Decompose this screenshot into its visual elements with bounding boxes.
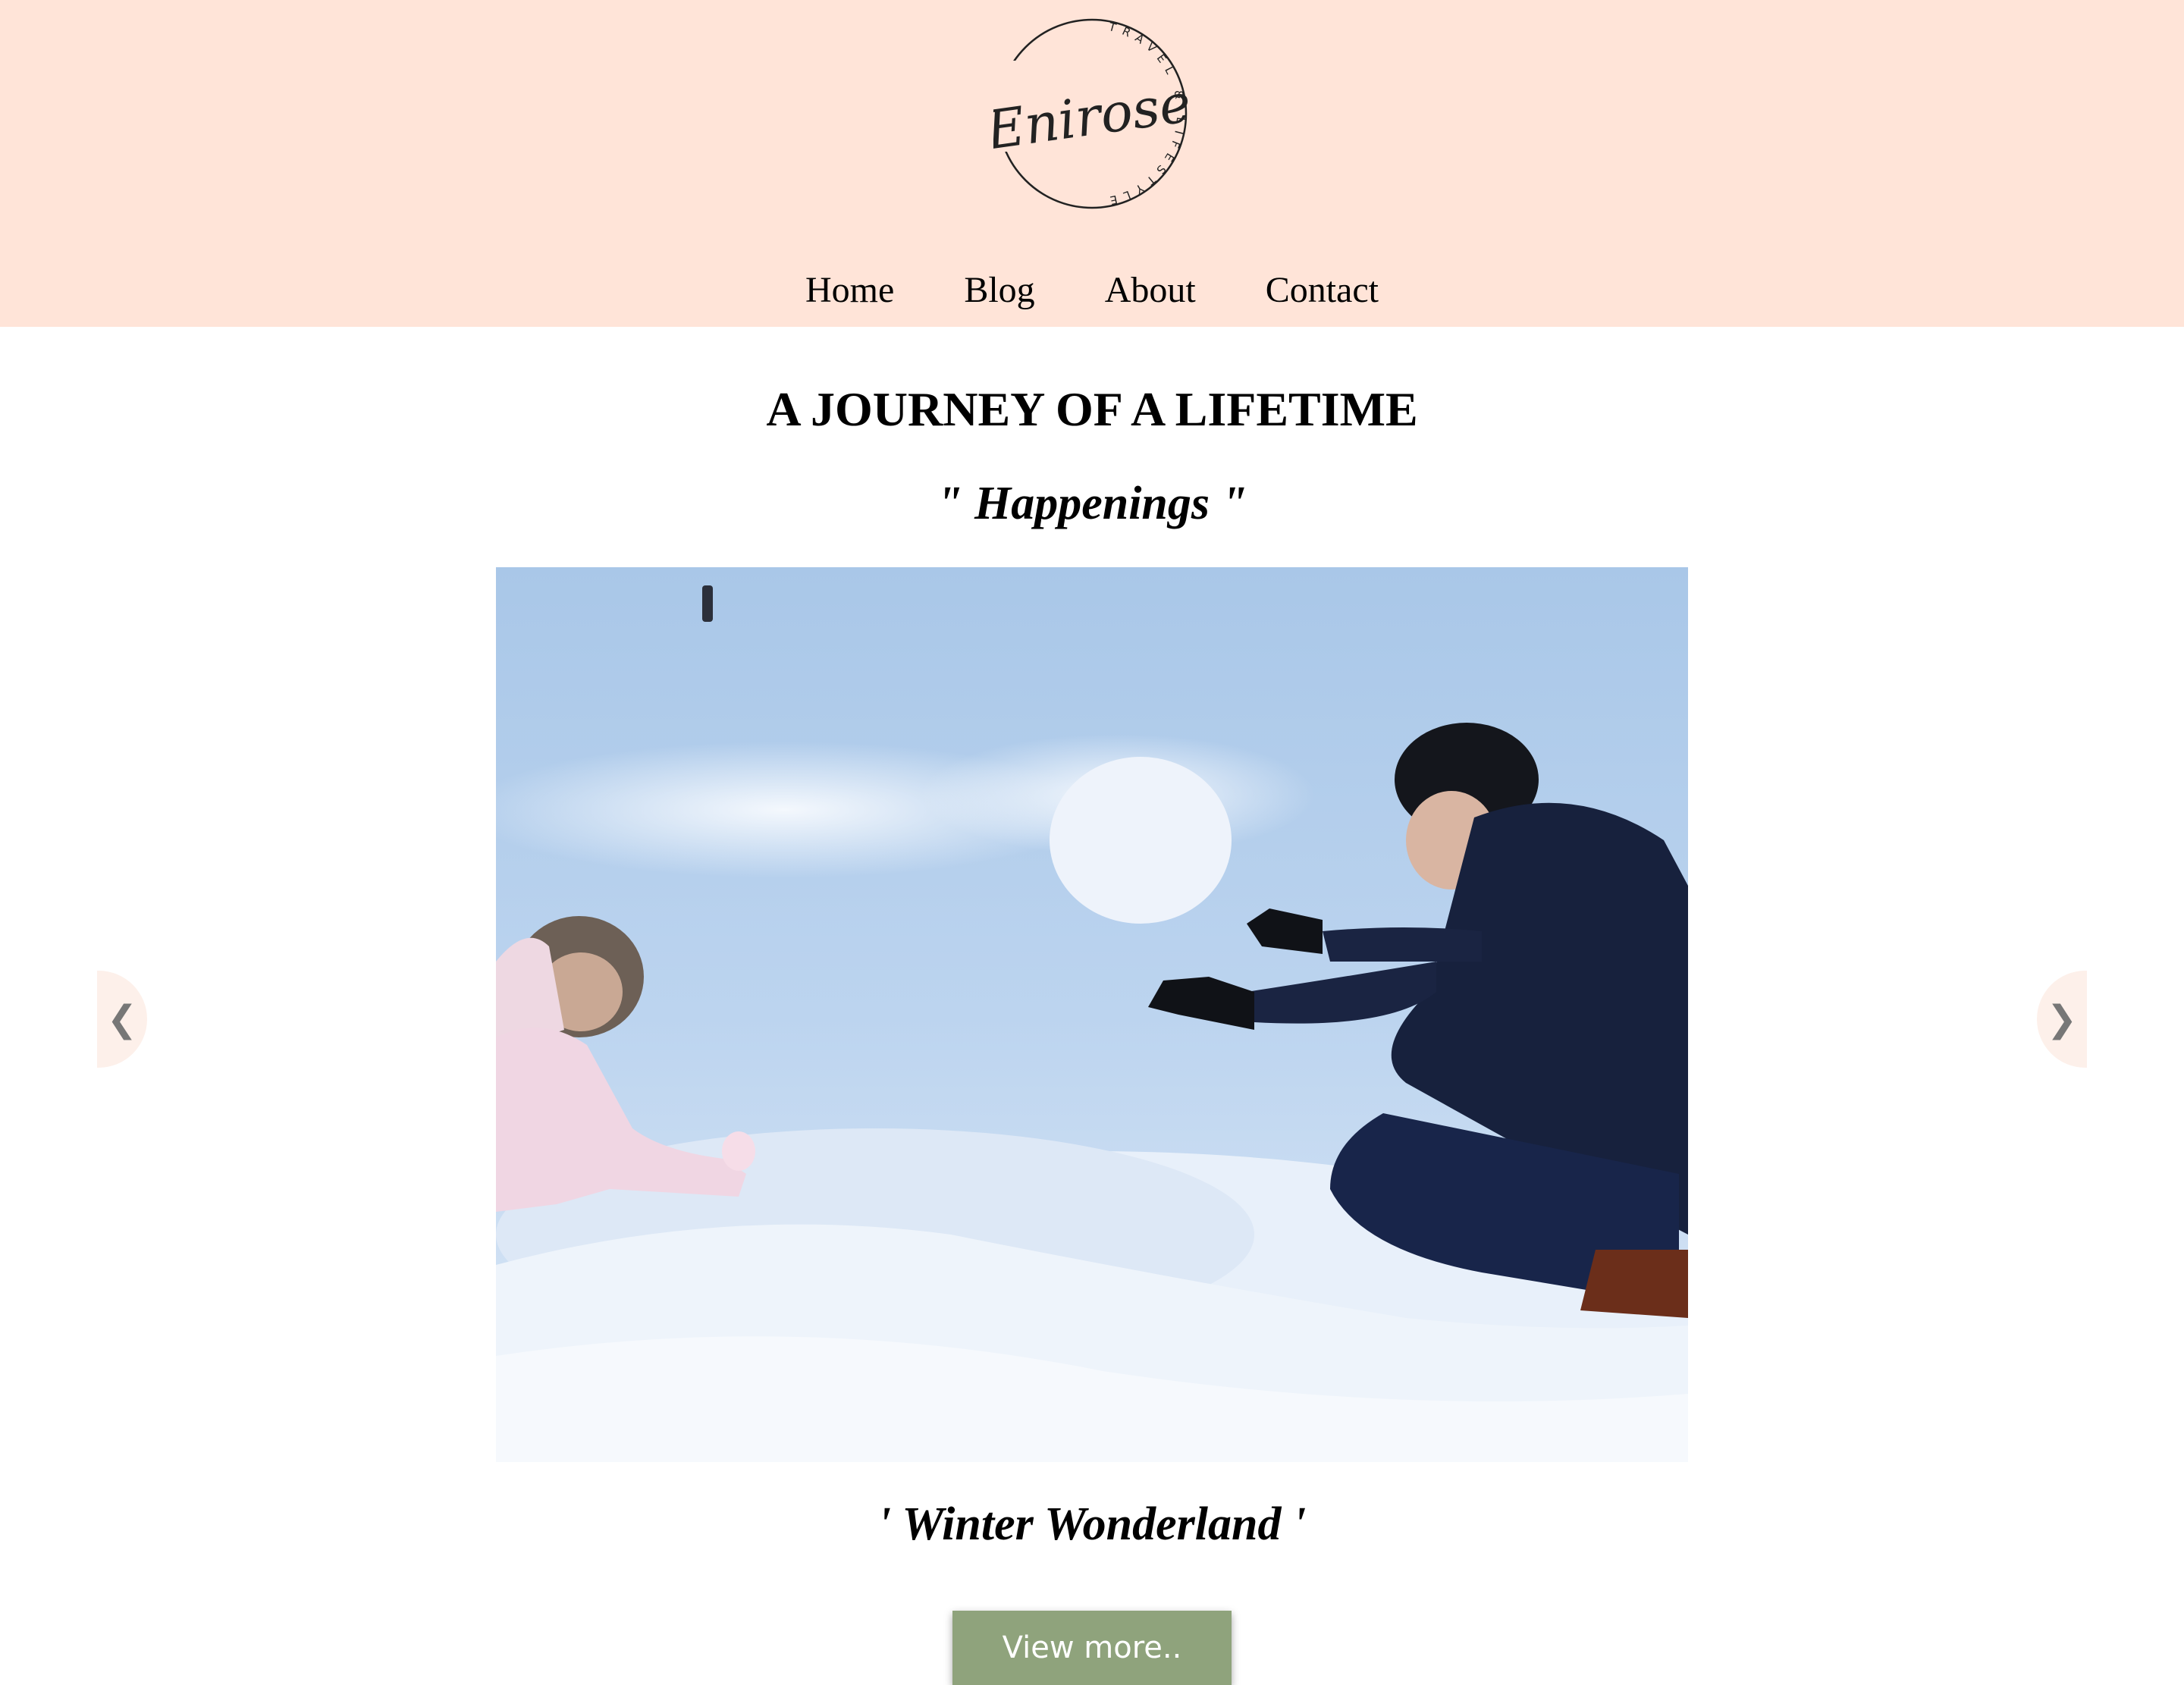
logo-mark: TRAVEL & LIFESTYLE Enirose [981,18,1194,209]
page-title: A JOURNEY OF A LIFETIME [766,382,1418,436]
nav-blog[interactable]: Blog [964,265,1034,315]
nav-about[interactable]: About [1105,265,1196,315]
site-header: TRAVEL & LIFESTYLE Enirose Home Blog Abo… [0,0,2184,327]
page-subtitle: " Happenings " [937,478,1247,529]
nav-home[interactable]: Home [805,265,894,315]
chevron-right-icon: ❯ [2046,998,2078,1040]
slide-image [496,567,1688,1462]
chevron-left-icon: ❮ [106,998,138,1040]
nav-contact[interactable]: Contact [1266,265,1379,315]
view-more-button[interactable]: View more.. [952,1611,1232,1685]
site-logo[interactable]: TRAVEL & LIFESTYLE Enirose [981,15,1194,212]
slide-caption: ' Winter Wonderland ' [877,1498,1307,1550]
slider-prev-button[interactable]: ❮ [97,971,147,1068]
slider-next-button[interactable]: ❯ [2037,971,2087,1068]
main-nav: Home Blog About Contact [0,265,2184,315]
